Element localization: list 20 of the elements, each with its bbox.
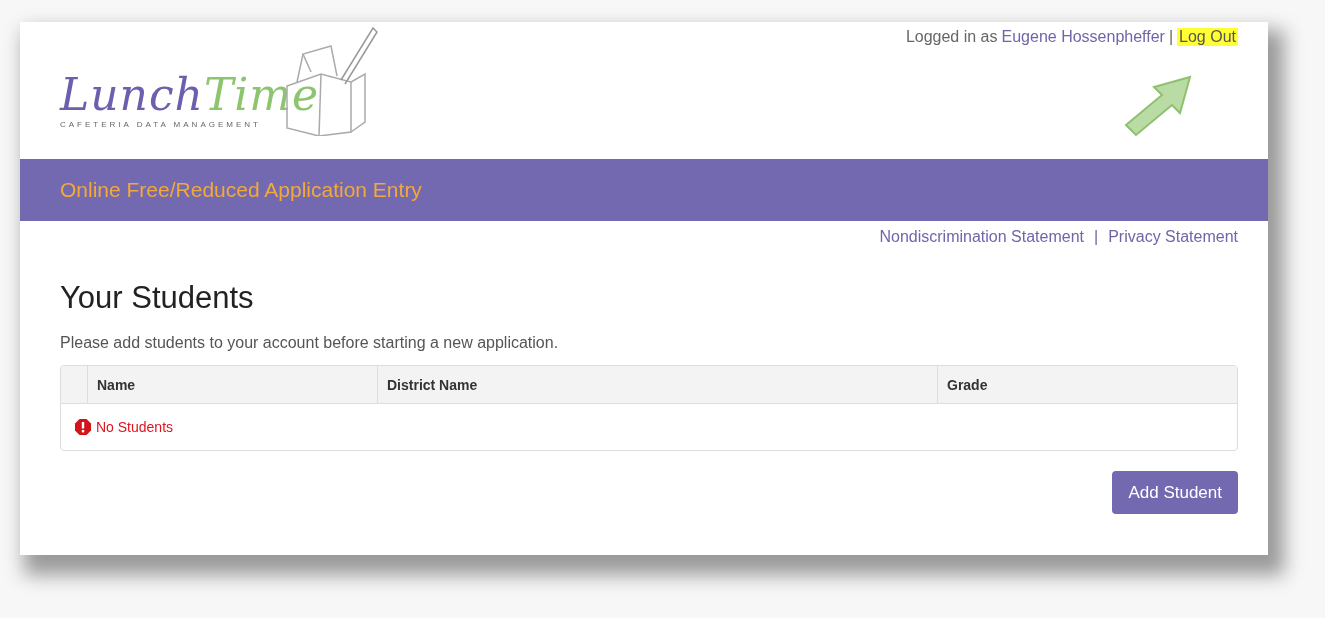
column-header: District Name — [377, 366, 937, 403]
log-out-link[interactable]: Log Out — [1177, 28, 1238, 46]
column-header: Name — [87, 366, 377, 403]
error-icon — [74, 418, 92, 436]
column-header: Grade — [937, 366, 1237, 403]
arrow-icon — [1122, 73, 1194, 137]
login-label: Logged in as — [905, 28, 998, 46]
logo-tagline: CAFETERIA DATA MANAGEMENT — [60, 120, 262, 129]
user-name-link[interactable]: Eugene Hossenpheffer — [1001, 28, 1165, 46]
banner-title: Online Free/Reduced Application Entry — [60, 178, 422, 202]
separator: | — [1094, 228, 1099, 246]
page-heading: Your Students — [60, 280, 255, 316]
separator: | — [1168, 28, 1174, 46]
statement-link[interactable]: Nondiscrimination Statement — [879, 228, 1084, 246]
logo-text: Lunch — [60, 72, 204, 118]
add-student-button[interactable]: Add Student — [1112, 471, 1238, 514]
statement-link[interactable]: Privacy Statement — [1108, 228, 1238, 246]
logo-text: Time — [203, 72, 320, 118]
instruction-text: Please add students to your account before starting a new application. — [60, 334, 560, 352]
empty-message: No Students — [96, 419, 174, 435]
